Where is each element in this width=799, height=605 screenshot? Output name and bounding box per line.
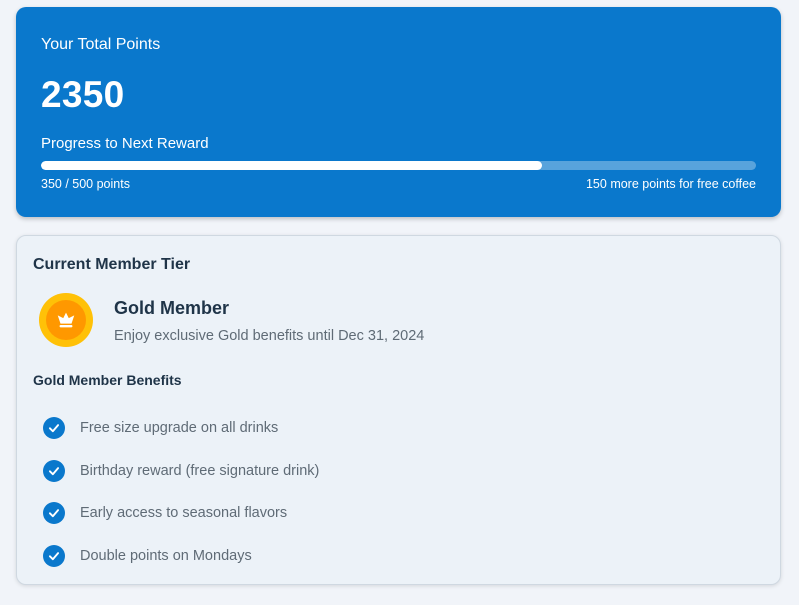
progress-count: 350 / 500 points [41,177,130,191]
reward-progress-bar [41,161,756,170]
check-circle-icon [43,459,65,482]
check-circle-icon [43,417,65,440]
progress-label: Progress to Next Reward [41,135,209,152]
points-card: Your Total Points 2350 Progress to Next … [16,7,781,217]
benefit-item: Free size upgrade on all drinks [43,407,319,450]
tier-name: Gold Member [114,298,230,318]
tier-heading: Current Member Tier [33,256,191,273]
benefit-item: Double points on Mondays [43,535,319,578]
total-points-label: Your Total Points [41,36,161,53]
benefit-text: Double points on Mondays [80,548,252,565]
tier-description: Enjoy exclusive Gold benefits until Dec … [114,328,425,344]
tier-badge [39,293,93,347]
benefits-heading: Gold Member Benefits [33,372,182,388]
check-circle-icon [43,545,65,568]
benefit-text: Birthday reward (free signature drink) [80,462,320,479]
benefit-item: Birthday reward (free signature drink) [43,450,319,493]
total-points-value: 2350 [41,74,125,115]
member-tier-card: Current Member Tier Gold Member Enjoy ex… [16,235,781,585]
benefit-text: Early access to seasonal flavors [80,505,288,522]
check-circle-icon [43,502,65,525]
progress-remaining: 150 more points for free coffee [585,177,756,191]
benefit-text: Free size upgrade on all drinks [80,420,279,437]
reward-progress-fill [41,161,542,170]
crown-icon [57,312,75,328]
benefit-list: Free size upgrade on all drinks Birthday… [43,407,319,577]
benefit-item: Early access to seasonal flavors [43,492,319,535]
